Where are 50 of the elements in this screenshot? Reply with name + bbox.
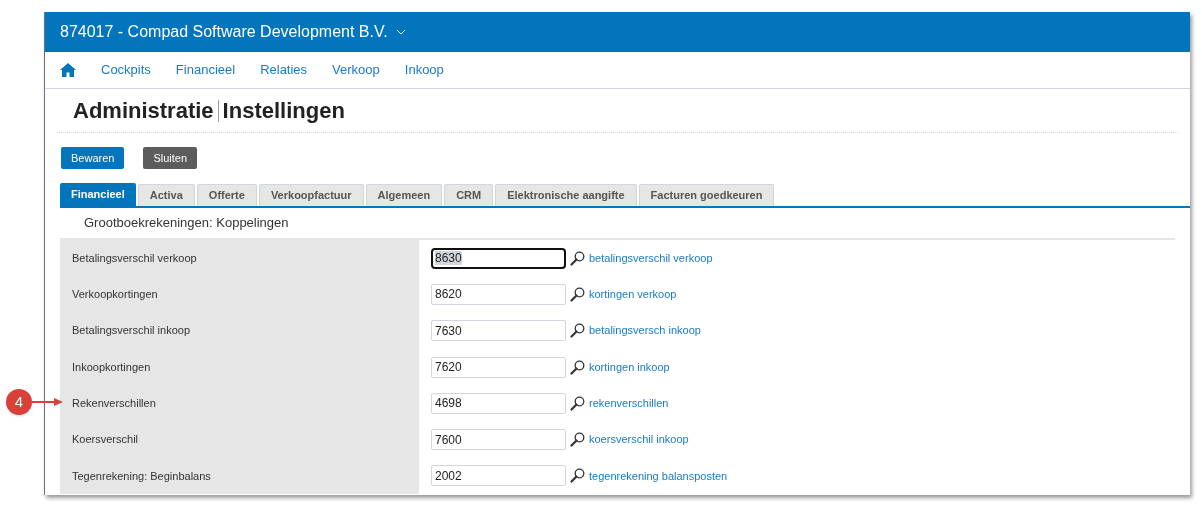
- account-input[interactable]: 8620: [431, 283, 566, 305]
- search-icon[interactable]: [570, 286, 585, 302]
- account-link[interactable]: kortingen verkoop: [589, 286, 677, 303]
- account-input[interactable]: 7600: [431, 429, 566, 451]
- field-label: Tegenrekening: Beginbalans: [60, 457, 419, 495]
- account-link[interactable]: rekenverschillen: [589, 395, 669, 412]
- account-link[interactable]: betalingsversch inkoop: [589, 322, 701, 339]
- account-link[interactable]: tegenrekening balansposten: [589, 467, 728, 485]
- chevron-down-icon[interactable]: [395, 29, 406, 35]
- search-icon[interactable]: [570, 359, 585, 375]
- account-input[interactable]: 7630: [431, 320, 566, 342]
- account-link[interactable]: betalingsverschil verkoop: [589, 249, 713, 267]
- tab[interactable]: Algemeen: [365, 184, 443, 206]
- search-icon[interactable]: [570, 432, 585, 448]
- field-label: Verkoopkortingen: [60, 276, 419, 313]
- nav-link[interactable]: Cockpits: [101, 60, 151, 80]
- save-button[interactable]: Bewaren: [61, 147, 125, 169]
- arrow-icon: [32, 397, 64, 408]
- page-subtitle: Instellingen: [222, 97, 345, 125]
- home-icon[interactable]: [60, 63, 76, 77]
- tab[interactable]: Financieel: [60, 183, 136, 206]
- search-icon[interactable]: [570, 250, 585, 266]
- field-label: Koersverschil: [60, 421, 419, 458]
- nav-link[interactable]: Inkoop: [404, 60, 444, 80]
- account-input[interactable]: 7620: [431, 356, 566, 378]
- tab[interactable]: Offerte: [196, 184, 257, 206]
- nav-link[interactable]: Relaties: [260, 60, 308, 80]
- tab[interactable]: Verkoopfactuur: [258, 184, 364, 206]
- search-icon[interactable]: [570, 323, 585, 339]
- tab[interactable]: Elektronische aangifte: [495, 184, 637, 206]
- field-label: Rekenverschillen: [60, 385, 419, 422]
- tab[interactable]: CRM: [444, 184, 494, 206]
- page-title: Administratie: [73, 97, 214, 125]
- account-input[interactable]: 2002: [431, 465, 566, 487]
- search-icon[interactable]: [570, 468, 585, 484]
- nav-link[interactable]: Financieel: [175, 60, 236, 80]
- close-button[interactable]: Sluiten: [143, 147, 198, 169]
- field-label: Betalingsverschil inkoop: [60, 312, 419, 349]
- field-label: Betalingsverschil verkoop: [60, 240, 419, 277]
- account-link[interactable]: koersverschil inkoop: [589, 431, 689, 448]
- company-title[interactable]: 874017 - Compad Software Development B.V.: [60, 20, 388, 44]
- search-icon[interactable]: [570, 395, 585, 411]
- account-input[interactable]: 8630: [431, 247, 566, 269]
- tab[interactable]: Activa: [137, 184, 195, 206]
- tab[interactable]: Facturen goedkeuren: [638, 184, 775, 206]
- account-input[interactable]: 4698: [431, 392, 566, 414]
- account-link[interactable]: kortingen inkoop: [589, 358, 670, 376]
- nav-link[interactable]: Verkoop: [332, 60, 380, 80]
- field-label: Inkoopkortingen: [60, 348, 419, 386]
- step-number-badge: 4: [6, 389, 32, 416]
